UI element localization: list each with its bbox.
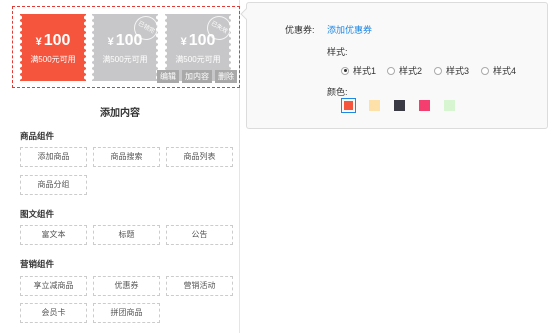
radio-unchecked-icon (481, 66, 489, 75)
style-option-4[interactable]: 样式4 (481, 64, 516, 77)
style-option-label: 样式3 (446, 66, 470, 76)
coupon-condition: 满500元可用 (102, 55, 148, 64)
currency-symbol: ¥ (107, 36, 114, 48)
coupon-settings-panel: 优惠券: 添加优惠券 样式: 样式1 样式2 样式3 样式4 颜色: (240, 2, 548, 129)
edit-button[interactable]: 编辑 (157, 70, 179, 83)
radio-unchecked-icon (387, 66, 395, 75)
style-option-2[interactable]: 样式2 (387, 64, 422, 77)
color-swatch-dark[interactable] (392, 98, 407, 113)
component-notice[interactable]: 公告 (166, 225, 233, 245)
style-option-label: 样式2 (399, 66, 423, 76)
group-title-rich-media: 图文组件 (20, 209, 55, 219)
swatch-fill (394, 100, 405, 111)
component-marketing-activity[interactable]: 营销活动 (166, 276, 233, 296)
color-swatch-red[interactable] (341, 98, 356, 113)
style-option-3[interactable]: 样式3 (434, 64, 469, 77)
coupon-card[interactable]: ¥100 满500元可用 已领完 (92, 11, 163, 81)
add-content-title: 添加内容 (100, 108, 140, 119)
coupon-condition: 满500元可用 (175, 55, 221, 64)
coupon-label: 优惠券: (285, 25, 315, 35)
style-option-1[interactable]: 样式1 (341, 64, 376, 77)
group-title-marketing: 营销组件 (20, 259, 55, 269)
add-coupon-link[interactable]: 添加优惠券 (327, 23, 372, 36)
component-heading[interactable]: 标题 (93, 225, 160, 245)
delete-button[interactable]: 删除 (215, 70, 237, 83)
color-label: 颜色: (327, 87, 348, 97)
add-content-button[interactable]: 加内容 (182, 70, 212, 83)
component-group-buy[interactable]: 拼团商品 (93, 303, 160, 323)
component-goods-list[interactable]: 商品列表 (166, 147, 233, 167)
swatch-fill (444, 100, 455, 111)
component-member-card[interactable]: 会员卡 (20, 303, 87, 323)
radio-unchecked-icon (434, 66, 442, 75)
component-goods-group[interactable]: 商品分组 (20, 175, 87, 195)
component-goods-search[interactable]: 商品搜索 (93, 147, 160, 167)
group-title-goods: 商品组件 (20, 131, 55, 141)
currency-symbol: ¥ (35, 36, 42, 48)
component-add-goods[interactable]: 添加商品 (20, 147, 87, 167)
style-option-label: 样式4 (493, 66, 517, 76)
component-coupon[interactable]: 优惠券 (93, 276, 160, 296)
coupon-condition: 满500元可用 (30, 55, 76, 64)
style-option-label: 样式1 (353, 66, 377, 76)
preview-column: ¥100 满500元可用 ¥100 满500元可用 已领完 ¥100 满500元… (0, 0, 240, 333)
currency-symbol: ¥ (180, 36, 187, 48)
color-swatch-cream[interactable] (367, 98, 382, 113)
swatch-fill (344, 101, 353, 110)
coupon-preview[interactable]: ¥100 满500元可用 ¥100 满500元可用 已领完 ¥100 满500元… (12, 6, 240, 88)
color-swatch-pink[interactable] (417, 98, 432, 113)
color-swatch-green[interactable] (442, 98, 457, 113)
swatch-fill (369, 100, 380, 111)
component-instant-discount[interactable]: 享立减商品 (20, 276, 87, 296)
radio-checked-icon (341, 66, 349, 75)
coupon-amount: 100 (43, 32, 71, 49)
panel-pointer (240, 8, 252, 20)
style-label: 样式: (327, 47, 348, 57)
coupon-card[interactable]: ¥100 满500元可用 (20, 14, 86, 81)
component-rich-text[interactable]: 富文本 (20, 225, 87, 245)
preview-actions: 编辑 加内容 删除 (157, 70, 237, 83)
swatch-fill (419, 100, 430, 111)
